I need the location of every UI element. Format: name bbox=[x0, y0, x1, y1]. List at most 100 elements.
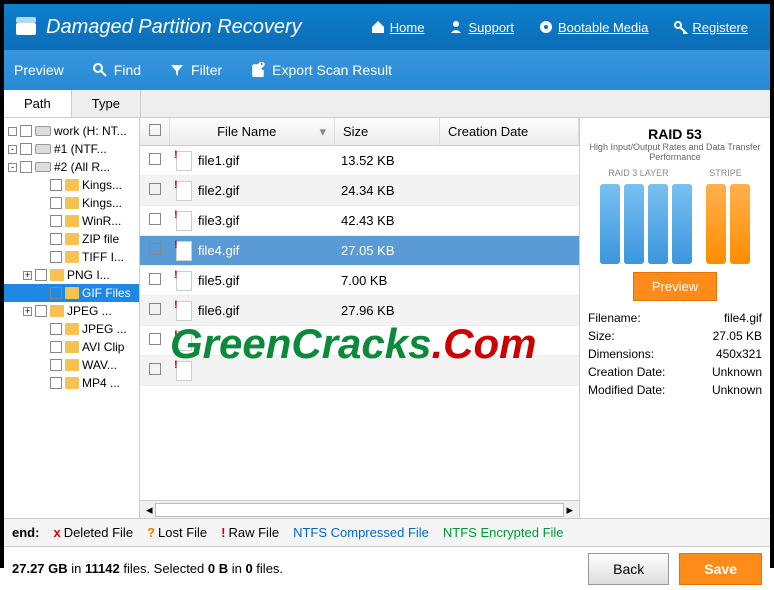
app-title: Damaged Partition Recovery bbox=[46, 16, 358, 39]
sort-icon: ▾ bbox=[319, 124, 326, 140]
tree-tabs: Path Type bbox=[4, 90, 770, 118]
tree-item[interactable]: TIFF I... bbox=[4, 248, 139, 266]
tree-label: WinR... bbox=[82, 214, 121, 228]
folder-icon bbox=[35, 126, 51, 136]
tab-type[interactable]: Type bbox=[72, 90, 141, 117]
horizontal-scrollbar[interactable]: ◂▸ bbox=[140, 500, 579, 518]
folder-icon bbox=[65, 287, 79, 299]
tree-checkbox[interactable] bbox=[20, 143, 32, 155]
tree-item[interactable]: GIF Files bbox=[4, 284, 139, 302]
tree-checkbox[interactable] bbox=[50, 377, 62, 389]
filter-icon bbox=[169, 62, 185, 78]
tree-item[interactable]: MP4 ... bbox=[4, 374, 139, 392]
expand-icon[interactable]: - bbox=[8, 163, 17, 172]
file-checkbox[interactable] bbox=[149, 213, 161, 225]
app-icon bbox=[14, 15, 38, 39]
file-row[interactable]: file3.gif 42.43 KB bbox=[140, 206, 579, 236]
folder-icon bbox=[65, 233, 79, 245]
file-checkbox[interactable] bbox=[149, 333, 161, 345]
file-row[interactable] bbox=[140, 356, 579, 386]
tree-item[interactable]: -#2 (All R... bbox=[4, 158, 139, 176]
file-size: 42.43 KB bbox=[335, 213, 440, 228]
tree-checkbox[interactable] bbox=[50, 323, 62, 335]
status-text: 27.27 GB in 11142 files. Selected 0 B in… bbox=[12, 561, 578, 576]
tree-item[interactable]: WAV... bbox=[4, 356, 139, 374]
legend-item: ?Lost File bbox=[147, 525, 207, 540]
file-size: 7.00 KB bbox=[335, 273, 440, 288]
folder-icon bbox=[65, 341, 79, 353]
register-link[interactable]: Registere bbox=[672, 19, 748, 35]
col-size[interactable]: Size bbox=[335, 118, 440, 145]
export-button[interactable]: Export Scan Result bbox=[250, 62, 392, 78]
file-checkbox[interactable] bbox=[149, 273, 161, 285]
file-row[interactable]: file2.gif24.34 KB bbox=[140, 176, 579, 206]
tree-checkbox[interactable] bbox=[20, 125, 32, 137]
tree-item[interactable]: +PNG I... bbox=[4, 266, 139, 284]
tree-item[interactable]: AVI Clip bbox=[4, 338, 139, 356]
file-row[interactable]: file6.gif27.96 KB bbox=[140, 296, 579, 326]
file-checkbox[interactable] bbox=[149, 153, 161, 165]
tree-checkbox[interactable] bbox=[50, 359, 62, 371]
tree-label: GIF Files bbox=[82, 286, 131, 300]
tree-item[interactable]: -#1 (NTF... bbox=[4, 140, 139, 158]
file-row[interactable]: file5.gif 7.00 KB bbox=[140, 266, 579, 296]
folder-icon bbox=[65, 251, 79, 263]
preview-button-panel[interactable]: Preview bbox=[633, 272, 717, 301]
file-icon bbox=[176, 301, 192, 321]
expand-icon[interactable]: + bbox=[23, 307, 32, 316]
tree-item[interactable]: work (H: NT... bbox=[4, 122, 139, 140]
support-link[interactable]: Support bbox=[448, 19, 514, 35]
tree-checkbox[interactable] bbox=[50, 215, 62, 227]
filter-button[interactable]: Filter bbox=[169, 62, 222, 78]
expand-icon[interactable] bbox=[8, 127, 17, 136]
file-checkbox[interactable] bbox=[149, 363, 161, 375]
file-name: file3.gif bbox=[198, 213, 239, 228]
tree-checkbox[interactable] bbox=[20, 161, 32, 173]
tree-checkbox[interactable] bbox=[35, 269, 47, 281]
tree-item[interactable]: Kings... bbox=[4, 194, 139, 212]
export-icon bbox=[250, 62, 266, 78]
folder-tree[interactable]: work (H: NT... -#1 (NTF...-#2 (All R... Ki… bbox=[4, 118, 140, 518]
home-link[interactable]: Home bbox=[370, 19, 425, 35]
tab-path[interactable]: Path bbox=[4, 90, 72, 117]
tree-checkbox[interactable] bbox=[50, 341, 62, 353]
file-checkbox[interactable] bbox=[149, 183, 161, 195]
file-name: file5.gif bbox=[198, 273, 239, 288]
expand-icon[interactable]: + bbox=[23, 271, 32, 280]
find-button[interactable]: Find bbox=[92, 62, 141, 78]
tree-item[interactable]: ZIP file bbox=[4, 230, 139, 248]
bootable-link[interactable]: Bootable Media bbox=[538, 19, 648, 35]
back-button[interactable]: Back bbox=[588, 553, 669, 585]
col-filename[interactable]: File Name▾ bbox=[170, 118, 335, 146]
tree-checkbox[interactable] bbox=[50, 251, 62, 263]
tree-label: work (H: NT... bbox=[54, 124, 127, 138]
tree-label: Kings... bbox=[82, 196, 122, 210]
tree-label: WAV... bbox=[82, 358, 117, 372]
tree-checkbox[interactable] bbox=[35, 305, 47, 317]
select-all-checkbox[interactable] bbox=[149, 124, 161, 136]
tree-checkbox[interactable] bbox=[50, 287, 62, 299]
tree-item[interactable]: WinR... bbox=[4, 212, 139, 230]
col-date[interactable]: Creation Date bbox=[440, 118, 579, 145]
tree-checkbox[interactable] bbox=[50, 179, 62, 191]
file-row[interactable] bbox=[140, 326, 579, 356]
tree-item[interactable]: +JPEG ... bbox=[4, 302, 139, 320]
file-size: 24.34 KB bbox=[335, 183, 440, 198]
tree-checkbox[interactable] bbox=[50, 197, 62, 209]
preview-button[interactable]: Preview bbox=[14, 62, 64, 78]
tree-label: JPEG ... bbox=[82, 322, 127, 336]
tree-item[interactable]: JPEG ... bbox=[4, 320, 139, 338]
expand-icon[interactable]: - bbox=[8, 145, 17, 154]
file-row[interactable]: file1.gif13.52 KB bbox=[140, 146, 579, 176]
save-button[interactable]: Save bbox=[679, 553, 762, 585]
folder-icon bbox=[50, 305, 64, 317]
tree-checkbox[interactable] bbox=[50, 233, 62, 245]
file-checkbox[interactable] bbox=[149, 303, 161, 315]
file-row[interactable]: file4.gif27.05 KB bbox=[140, 236, 579, 266]
tree-item[interactable]: Kings... bbox=[4, 176, 139, 194]
file-checkbox[interactable] bbox=[149, 243, 161, 255]
file-size: 27.05 KB bbox=[335, 243, 440, 258]
legend-item: NTFS Compressed File bbox=[293, 525, 429, 540]
tree-label: Kings... bbox=[82, 178, 122, 192]
preview-property: Creation Date:Unknown bbox=[588, 363, 762, 381]
